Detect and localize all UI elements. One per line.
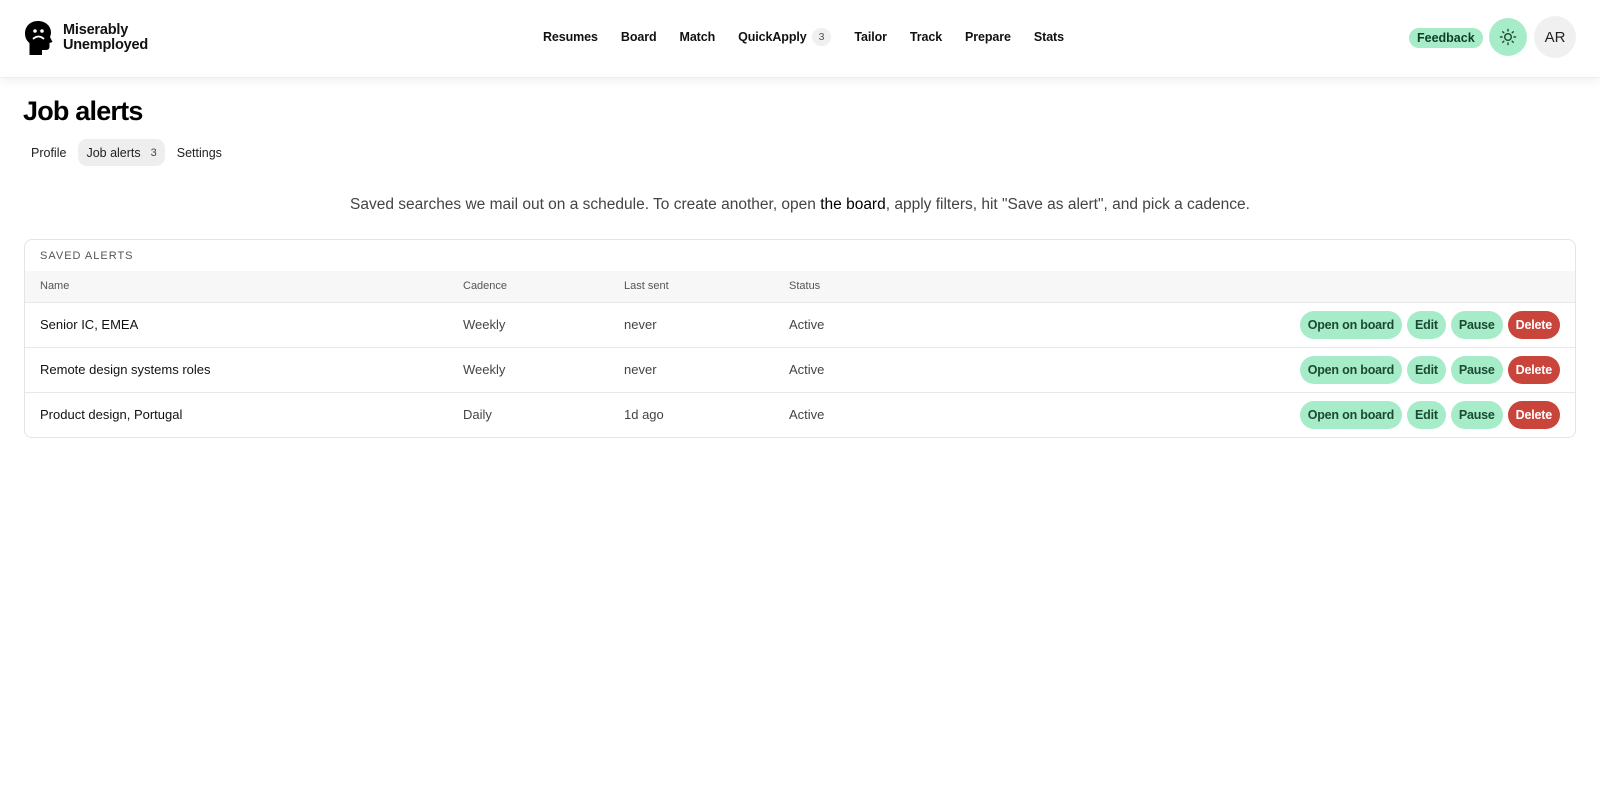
theme-toggle-button[interactable] bbox=[1489, 18, 1527, 56]
edit-button[interactable]: Edit bbox=[1407, 401, 1446, 429]
row-actions: Open on board Edit Pause Delete bbox=[1295, 356, 1560, 384]
open-on-board-button[interactable]: Open on board bbox=[1299, 311, 1403, 339]
alert-last-sent: never bbox=[624, 362, 657, 377]
intro-text: Saved searches we mail out on a schedule… bbox=[0, 196, 1600, 214]
tab-settings[interactable]: Settings bbox=[169, 139, 230, 166]
page-title: Job alerts bbox=[23, 96, 143, 126]
sun-icon bbox=[1499, 28, 1517, 46]
intro-text-end: , apply filters, hit "Save as alert", an… bbox=[885, 196, 1250, 213]
main-nav: Resumes Board Match QuickApply 3 Tailor … bbox=[543, 24, 1087, 50]
nav-stats[interactable]: Stats bbox=[1034, 30, 1064, 44]
head-logo-icon bbox=[25, 21, 53, 55]
pause-button[interactable]: Pause bbox=[1450, 356, 1503, 384]
row-actions: Open on board Edit Pause Delete bbox=[1295, 401, 1560, 429]
nav-resumes[interactable]: Resumes bbox=[543, 30, 598, 44]
nav-prepare[interactable]: Prepare bbox=[965, 30, 1011, 44]
top-bar: Miserably Unemployed Resumes Board Match… bbox=[0, 0, 1600, 78]
column-header-cadence: Cadence bbox=[463, 280, 508, 292]
quickapply-count-badge: 3 bbox=[811, 28, 832, 46]
tab-job-alerts[interactable]: Job alerts 3 bbox=[78, 139, 165, 166]
tab-label: Settings bbox=[176, 145, 222, 160]
alert-last-sent: 1d ago bbox=[624, 407, 664, 422]
column-header-name: Name bbox=[40, 280, 70, 292]
alert-status: Active bbox=[789, 362, 825, 377]
nav-label: Track bbox=[909, 30, 943, 44]
nav-label: Prepare bbox=[965, 30, 1011, 44]
nav-label: QuickApply bbox=[738, 30, 807, 44]
nav-label: Match bbox=[679, 30, 716, 44]
nav-track[interactable]: Track bbox=[910, 30, 942, 44]
alert-name: Senior IC, EMEA bbox=[40, 317, 139, 332]
intro-text-start: Saved searches we mail out on a schedule… bbox=[350, 196, 821, 213]
table-row: Remote design systems roles Weekly never… bbox=[25, 348, 1575, 393]
profile-tabs: Profile Job alerts 3 Settings bbox=[23, 139, 234, 166]
brand-logo-link[interactable]: Miserably Unemployed bbox=[24, 20, 148, 56]
delete-button[interactable]: Delete bbox=[1507, 401, 1560, 429]
alert-cadence: Weekly bbox=[463, 317, 506, 332]
alert-last-sent: never bbox=[624, 317, 657, 332]
saved-alerts-card: SAVED ALERTS Name Cadence Last sent Stat… bbox=[24, 239, 1576, 438]
column-header-last-sent: Last sent bbox=[624, 280, 669, 292]
tab-label: Profile bbox=[31, 145, 67, 160]
open-on-board-button[interactable]: Open on board bbox=[1299, 356, 1403, 384]
brand-line-1: Miserably bbox=[63, 22, 129, 38]
alert-status: Active bbox=[789, 317, 825, 332]
column-header-status: Status bbox=[789, 280, 821, 292]
saved-alerts-heading: SAVED ALERTS bbox=[40, 250, 134, 262]
alert-name: Remote design systems roles bbox=[40, 362, 211, 377]
nav-tailor[interactable]: Tailor bbox=[854, 30, 887, 44]
nav-label: Board bbox=[620, 30, 657, 44]
pause-button[interactable]: Pause bbox=[1450, 311, 1503, 339]
alert-status: Active bbox=[789, 407, 825, 422]
alert-cadence: Daily bbox=[463, 407, 492, 422]
board-link[interactable]: the board bbox=[820, 196, 886, 213]
edit-button[interactable]: Edit bbox=[1407, 356, 1446, 384]
open-on-board-button[interactable]: Open on board bbox=[1299, 401, 1403, 429]
user-avatar-button[interactable]: AR bbox=[1534, 16, 1576, 58]
table-row: Product design, Portugal Daily 1d ago Ac… bbox=[25, 393, 1575, 437]
nav-label: Resumes bbox=[543, 30, 598, 44]
alert-cadence: Weekly bbox=[463, 362, 506, 377]
brand-name: Miserably Unemployed bbox=[63, 23, 148, 53]
delete-button[interactable]: Delete bbox=[1507, 356, 1560, 384]
edit-button[interactable]: Edit bbox=[1407, 311, 1446, 339]
row-actions: Open on board Edit Pause Delete bbox=[1295, 311, 1560, 339]
tab-label: Job alerts bbox=[86, 145, 141, 160]
delete-button[interactable]: Delete bbox=[1507, 311, 1560, 339]
feedback-button[interactable]: Feedback bbox=[1409, 28, 1483, 48]
pause-button[interactable]: Pause bbox=[1450, 401, 1503, 429]
nav-board[interactable]: Board bbox=[621, 30, 657, 44]
tab-profile[interactable]: Profile bbox=[23, 139, 74, 166]
nav-label: Tailor bbox=[854, 30, 887, 44]
nav-label: Stats bbox=[1033, 30, 1064, 44]
nav-quickapply[interactable]: QuickApply 3 bbox=[738, 28, 832, 46]
table-header: Name Cadence Last sent Status bbox=[25, 271, 1575, 303]
table-row: Senior IC, EMEA Weekly never Active Open… bbox=[25, 303, 1575, 348]
job-alerts-count: 3 bbox=[150, 146, 157, 159]
brand-line-2: Unemployed bbox=[63, 37, 149, 53]
nav-match[interactable]: Match bbox=[680, 30, 716, 44]
alert-name: Product design, Portugal bbox=[40, 407, 183, 422]
